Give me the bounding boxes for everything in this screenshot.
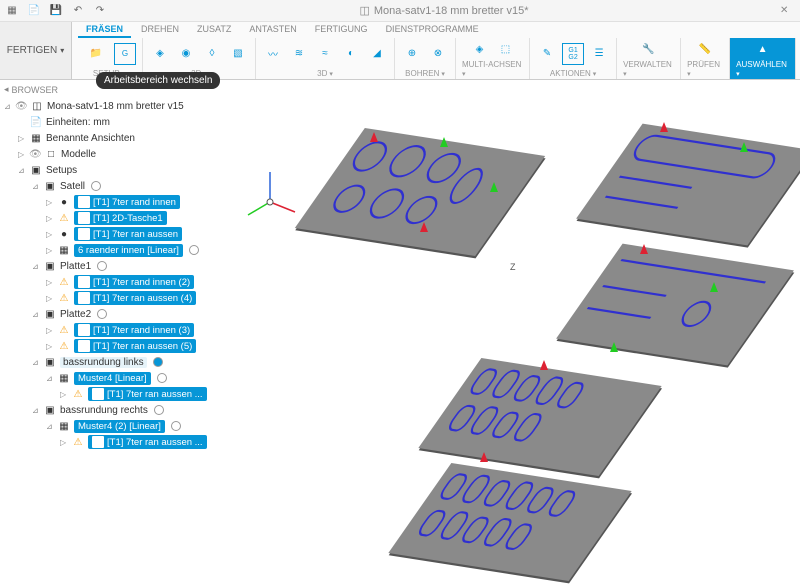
drill2-icon[interactable]: ⊗ bbox=[427, 43, 449, 65]
tab-dienstprogramme[interactable]: DIENSTPROGRAMME bbox=[378, 22, 487, 38]
redo-icon[interactable]: ↷ bbox=[92, 3, 108, 19]
tab-drehen[interactable]: DREHEN bbox=[133, 22, 187, 38]
op-row[interactable]: ▷⚠[T1] 7ter ran aussen ... bbox=[4, 434, 240, 450]
workspace-tooltip: Arbeitsbereich wechseln bbox=[96, 72, 220, 89]
cube-icon: ◫ bbox=[359, 4, 369, 17]
tab-zusatz[interactable]: ZUSATZ bbox=[189, 22, 239, 38]
close-button[interactable]: ✕ bbox=[780, 5, 796, 16]
op-row[interactable]: ▷▦6 raender innen [Linear] bbox=[4, 242, 240, 258]
tab-fraesen[interactable]: FRÄSEN bbox=[78, 22, 131, 38]
setup-bassrundung-links[interactable]: ⊿▣bassrundung links bbox=[4, 354, 240, 370]
tab-fertigung[interactable]: FERTIGUNG bbox=[307, 22, 376, 38]
select-icon[interactable]: ▲ bbox=[752, 38, 774, 60]
browser-panel-header[interactable]: ◂ BROWSER bbox=[4, 84, 58, 95]
setup-platte2[interactable]: ⊿▣Platte2 bbox=[4, 306, 240, 322]
op-row[interactable]: ▷⚠[T1] 7ter rand innen (2) bbox=[4, 274, 240, 290]
group-multiachsen: ◈ ⬚ MULTI-ACHSEN bbox=[456, 38, 530, 79]
op-row[interactable]: ▷●[T1] 7ter rand innen bbox=[4, 194, 240, 210]
op-row[interactable]: ▷●[T1] 7ter ran aussen bbox=[4, 226, 240, 242]
tree-models[interactable]: ▷👁□Modelle bbox=[4, 146, 240, 162]
3d-viewport[interactable]: Z bbox=[240, 82, 800, 586]
op-row[interactable]: ⊿▦Muster4 (2) [Linear] bbox=[4, 418, 240, 434]
group-pruefen: 📏 PRÜFEN bbox=[681, 38, 730, 79]
2d-op2-icon[interactable]: ◉ bbox=[175, 43, 197, 65]
2d-op4-icon[interactable]: ▧ bbox=[227, 43, 249, 65]
3d-op3-icon[interactable]: ≈ bbox=[314, 43, 336, 65]
op-row[interactable]: ▷⚠[T1] 7ter ran aussen (4) bbox=[4, 290, 240, 306]
tree-units[interactable]: 📄Einheiten: mm bbox=[4, 114, 240, 130]
inspect-icon[interactable]: 📏 bbox=[694, 38, 716, 60]
op-row[interactable]: ▷⚠[T1] 7ter ran aussen ... bbox=[4, 386, 240, 402]
ribbon-tabs: FRÄSEN DREHEN ZUSATZ ANTASTEN FERTIGUNG … bbox=[72, 22, 800, 38]
drill-icon[interactable]: ⊕ bbox=[401, 43, 423, 65]
tree-setups[interactable]: ⊿▣Setups bbox=[4, 162, 240, 178]
tab-antasten[interactable]: ANTASTEN bbox=[241, 22, 304, 38]
multi2-icon[interactable]: ⬚ bbox=[495, 38, 517, 60]
tree-root[interactable]: ⊿👁◫Mona-satv1-18 mm bretter v15 bbox=[4, 98, 240, 114]
gcode-icon[interactable]: G bbox=[114, 43, 136, 65]
action1-icon[interactable]: ✎ bbox=[536, 43, 558, 65]
action3-icon[interactable]: ☰ bbox=[588, 43, 610, 65]
group-bohren: ⊕ ⊗ BOHREN bbox=[395, 38, 456, 79]
axis-label-z: Z bbox=[510, 262, 516, 272]
op-row[interactable]: ▷⚠[T1] 7ter ran aussen (5) bbox=[4, 338, 240, 354]
multi1-icon[interactable]: ◈ bbox=[469, 38, 491, 60]
setup-satell[interactable]: ⊿▣Satell bbox=[4, 178, 240, 194]
file-icon[interactable]: 📄 bbox=[26, 3, 42, 19]
3d-op1-icon[interactable]: 〰 bbox=[262, 43, 284, 65]
setup-platte1[interactable]: ⊿▣Platte1 bbox=[4, 258, 240, 274]
action2-icon[interactable]: G1G2 bbox=[562, 43, 584, 65]
op-row[interactable]: ▷⚠[T1] 7ter rand innen (3) bbox=[4, 322, 240, 338]
op-row[interactable]: ⊿▦Muster4 [Linear] bbox=[4, 370, 240, 386]
undo-icon[interactable]: ↶ bbox=[70, 3, 86, 19]
app-menu-icon[interactable]: ▦ bbox=[4, 3, 20, 19]
chevron-left-icon[interactable]: ◂ bbox=[4, 84, 9, 95]
2d-op3-icon[interactable]: ◊ bbox=[201, 43, 223, 65]
group-verwalten: 🔧 VERWALTEN bbox=[617, 38, 681, 79]
3d-op5-icon[interactable]: ◢ bbox=[366, 43, 388, 65]
group-auswaehlen: ▲ AUSWÄHLEN bbox=[730, 38, 796, 79]
setup-bassrundung-rechts[interactable]: ⊿▣bassrundung rechts bbox=[4, 402, 240, 418]
title-bar: ▦ 📄 💾 ↶ ↷ ◫ Mona-satv1-18 mm bretter v15… bbox=[0, 0, 800, 22]
3d-op4-icon[interactable]: ◐ bbox=[340, 43, 362, 65]
group-aktionen: ✎ G1G2 ☰ AKTIONEN bbox=[530, 38, 617, 79]
workspace-selector[interactable]: FERTIGEN bbox=[0, 22, 72, 79]
tree-named-views[interactable]: ▷▦Benannte Ansichten bbox=[4, 130, 240, 146]
browser-tree: ⊿👁◫Mona-satv1-18 mm bretter v15 📄Einheit… bbox=[4, 98, 240, 450]
op-row[interactable]: ▷⚠[T1] 2D-Tasche1 bbox=[4, 210, 240, 226]
document-title: ◫ Mona-satv1-18 mm bretter v15* bbox=[108, 4, 780, 17]
save-icon[interactable]: 💾 bbox=[48, 3, 64, 19]
group-3d: 〰 ≋ ≈ ◐ ◢ 3D bbox=[256, 38, 395, 79]
folder-icon[interactable]: 📁 bbox=[82, 40, 110, 68]
manage-icon[interactable]: 🔧 bbox=[638, 38, 660, 60]
3d-op2-icon[interactable]: ≋ bbox=[288, 43, 310, 65]
2d-op1-icon[interactable]: ◈ bbox=[149, 43, 171, 65]
